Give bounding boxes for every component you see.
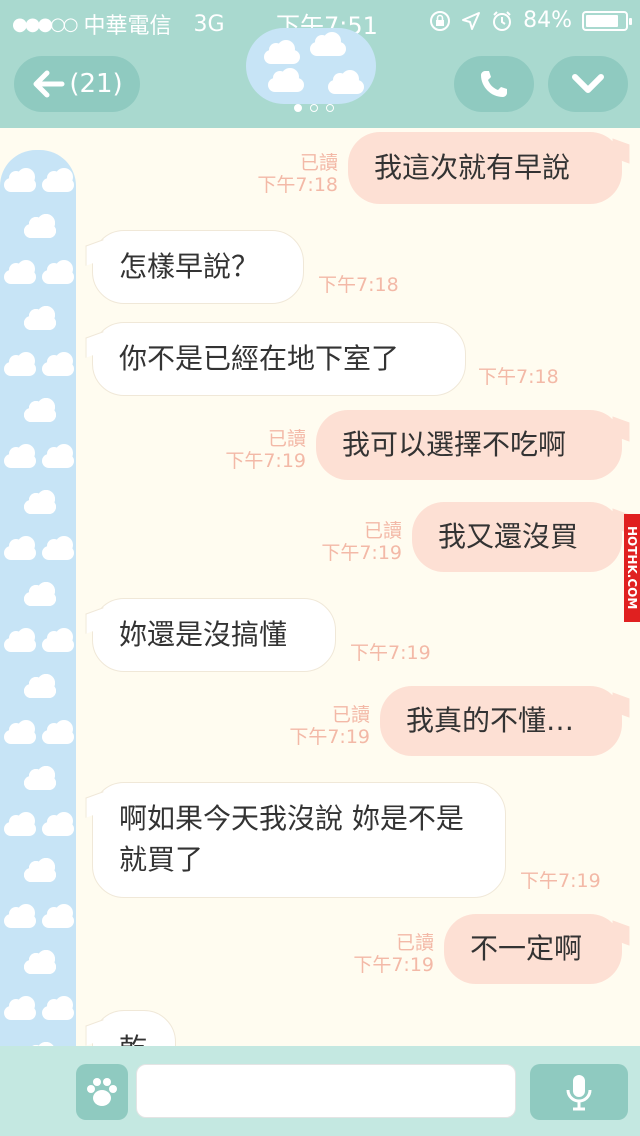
message-time: 下午7:19 bbox=[350, 642, 431, 664]
message-bubble[interactable]: 不一定啊 bbox=[444, 914, 622, 984]
cloud-decoration bbox=[24, 398, 56, 422]
cloud-decoration bbox=[42, 996, 74, 1020]
signal-strength-icon: ●●●○○ bbox=[12, 13, 79, 35]
cloud-decoration bbox=[42, 168, 74, 192]
message-text: 不一定啊 bbox=[470, 931, 583, 965]
arrow-left-icon bbox=[33, 70, 65, 98]
cloud-decoration bbox=[4, 812, 36, 836]
page-dot bbox=[310, 104, 318, 112]
phone-icon bbox=[481, 71, 507, 97]
message-text: 我又還沒買 bbox=[438, 519, 579, 553]
page-dot bbox=[294, 104, 302, 112]
back-button[interactable]: (21) bbox=[14, 56, 140, 112]
message-bubble[interactable]: 啊如果今天我沒說 妳是不是就買了 bbox=[92, 782, 506, 898]
cloud-decoration bbox=[4, 628, 36, 652]
cloud-decoration bbox=[4, 352, 36, 376]
cloud-decoration bbox=[24, 674, 56, 698]
message-text: 怎樣早說？ bbox=[119, 249, 260, 283]
message-time: 下午7:18 bbox=[478, 366, 559, 388]
cloud-decoration bbox=[42, 260, 74, 284]
message-bubble[interactable]: 怎樣早說？ bbox=[92, 230, 304, 304]
cloud-decoration bbox=[24, 858, 56, 882]
message-bubble[interactable]: 我真的不懂… bbox=[380, 686, 622, 756]
alarm-icon bbox=[493, 10, 512, 31]
cloud-decoration bbox=[4, 720, 36, 744]
cloud-decoration bbox=[42, 444, 74, 468]
read-receipt: 已讀 下午7:19 bbox=[353, 932, 434, 976]
unread-count: (21) bbox=[69, 69, 123, 99]
cloud-decoration bbox=[42, 352, 74, 376]
cloud-decoration bbox=[42, 812, 74, 836]
message-text: 妳還是沒搞懂 bbox=[119, 617, 288, 651]
battery-percent: 84% bbox=[523, 8, 572, 33]
cloud-decoration bbox=[24, 490, 56, 514]
cloud-decoration bbox=[4, 536, 36, 560]
rotation-lock-icon bbox=[430, 10, 451, 31]
network-type: 3G bbox=[193, 11, 225, 37]
message-text: 你不是已經在地下室了 bbox=[119, 341, 400, 375]
microphone-icon bbox=[566, 1075, 592, 1111]
cloud-decoration bbox=[4, 168, 36, 192]
read-receipt: 已讀 下午7:19 bbox=[321, 520, 402, 564]
voice-button[interactable] bbox=[530, 1064, 628, 1120]
message-time: 下午7:19 bbox=[520, 870, 601, 892]
location-icon bbox=[462, 11, 481, 30]
message-bubble[interactable]: 我又還沒買 bbox=[412, 502, 622, 572]
more-button[interactable] bbox=[548, 56, 628, 112]
message-time: 下午7:18 bbox=[318, 274, 399, 296]
cloud-wallpaper-strip bbox=[0, 150, 76, 1136]
message-bubble[interactable]: 你不是已經在地下室了 bbox=[92, 322, 466, 396]
cloud-decoration bbox=[42, 720, 74, 744]
read-receipt: 已讀 下午7:19 bbox=[225, 428, 306, 472]
contact-avatar[interactable] bbox=[246, 28, 376, 104]
message-text: 我可以選擇不吃啊 bbox=[342, 427, 567, 461]
cloud-decoration bbox=[4, 260, 36, 284]
cloud-decoration bbox=[42, 904, 74, 928]
carrier-name: 中華電信 bbox=[83, 14, 172, 39]
message-text: 我這次就有早說 bbox=[374, 150, 571, 184]
watermark: HOTHK.COM bbox=[624, 514, 640, 622]
paw-icon bbox=[87, 1078, 117, 1106]
cloud-decoration bbox=[4, 444, 36, 468]
cloud-decoration bbox=[4, 996, 36, 1020]
page-indicator bbox=[294, 104, 334, 112]
call-button[interactable] bbox=[454, 56, 534, 112]
chevron-down-icon bbox=[572, 74, 604, 93]
message-bubble[interactable]: 妳還是沒搞懂 bbox=[92, 598, 336, 672]
message-bubble[interactable]: 我可以選擇不吃啊 bbox=[316, 410, 622, 480]
cloud-decoration bbox=[42, 536, 74, 560]
cloud-decoration bbox=[24, 214, 56, 238]
read-receipt: 已讀 下午7:19 bbox=[289, 704, 370, 748]
message-text: 我真的不懂… bbox=[406, 703, 575, 737]
chat-header: ●●●○○ 中華電信 3G 下午7:51 84% (21) bbox=[0, 0, 640, 128]
message-text: 啊如果今天我沒說 妳是不是就買了 bbox=[119, 802, 464, 876]
cloud-decoration bbox=[24, 582, 56, 606]
message-input[interactable] bbox=[136, 1064, 516, 1118]
cloud-decoration bbox=[24, 766, 56, 790]
read-receipt: 已讀 下午7:18 bbox=[257, 152, 338, 196]
page-dot bbox=[326, 104, 334, 112]
battery-icon bbox=[582, 10, 632, 31]
sticker-button[interactable] bbox=[76, 1064, 128, 1120]
message-input-bar bbox=[0, 1046, 640, 1136]
cloud-decoration bbox=[24, 950, 56, 974]
cloud-decoration bbox=[4, 904, 36, 928]
cloud-decoration bbox=[24, 306, 56, 330]
message-bubble[interactable]: 我這次就有早說 bbox=[348, 132, 622, 204]
cloud-decoration bbox=[42, 628, 74, 652]
